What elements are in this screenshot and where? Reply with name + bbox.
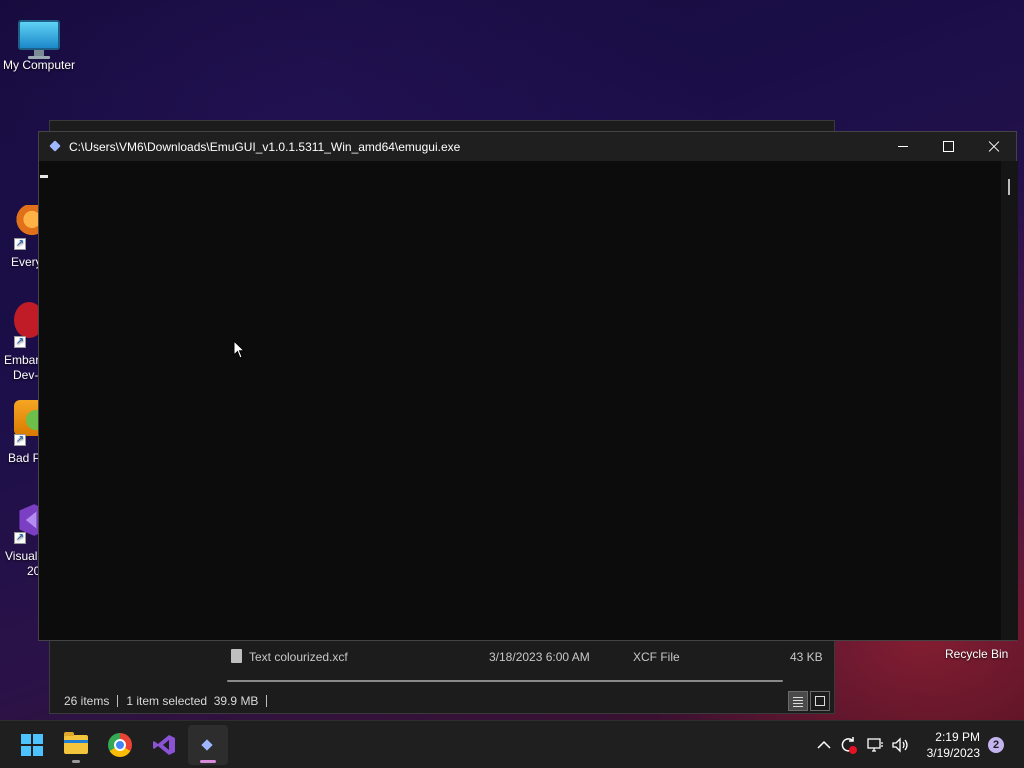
- status-selected: 1 item selected: [126, 694, 208, 708]
- desktop-icon-everything[interactable]: ↗ Every: [0, 205, 44, 270]
- shortcut-arrow-icon: ↗: [14, 238, 26, 250]
- clock-date: 3/19/2023: [926, 746, 980, 760]
- vertical-scrollbar[interactable]: [1001, 161, 1018, 640]
- network-icon[interactable]: [865, 735, 885, 755]
- mouse-pointer-icon: [233, 340, 245, 359]
- folder-icon: [64, 732, 88, 754]
- minimize-button[interactable]: [880, 132, 926, 161]
- chevron-up-icon[interactable]: [814, 735, 834, 755]
- console-window[interactable]: C:\Users\VM6\Downloads\EmuGUI_v1.0.1.531…: [38, 131, 1018, 641]
- computer-icon: [18, 20, 60, 60]
- shortcut-arrow-icon: ↗: [14, 336, 26, 348]
- start-button[interactable]: [12, 725, 52, 765]
- window-title: C:\Users\VM6\Downloads\EmuGUI_v1.0.1.531…: [69, 140, 461, 154]
- desktop-icon-embarcadero-dev[interactable]: ↗ Embar Dev-: [0, 302, 44, 382]
- notification-badge[interactable]: 2: [988, 737, 1004, 753]
- large-icons-view-button[interactable]: [810, 691, 830, 711]
- status-selected-size: 39.9 MB: [213, 694, 259, 708]
- status-bar: 26 items 1 item selected 39.9 MB: [64, 694, 275, 710]
- status-item-count: 26 items: [64, 694, 110, 708]
- system-clock[interactable]: 2:19 PM 3/19/2023: [920, 729, 980, 761]
- chrome-icon: [108, 733, 132, 757]
- taskbar-visual-studio[interactable]: [144, 725, 184, 765]
- file-type: XCF File: [633, 650, 680, 664]
- active-indicator: [200, 760, 216, 763]
- recycle-bin-label[interactable]: Recycle Bin: [945, 647, 1008, 661]
- file-size: 43 KB: [790, 650, 823, 664]
- running-indicator: [72, 760, 80, 763]
- console-title-bar[interactable]: C:\Users\VM6\Downloads\EmuGUI_v1.0.1.531…: [39, 132, 1016, 161]
- desktop-icon-my-computer[interactable]: My Computer: [0, 10, 78, 76]
- file-icon: [231, 649, 242, 663]
- volume-icon[interactable]: [890, 735, 910, 755]
- file-date: 3/18/2023 6:00 AM: [489, 650, 590, 664]
- desktop-icon-visual-studio[interactable]: ↗ Visual 20: [0, 500, 43, 580]
- close-button[interactable]: [971, 132, 1017, 161]
- maximize-button[interactable]: [925, 132, 971, 161]
- file-name: Text colourized.xcf: [249, 650, 348, 664]
- horizontal-scrollbar[interactable]: [227, 680, 783, 682]
- visual-studio-icon: [153, 735, 175, 755]
- emugui-icon: [201, 739, 213, 751]
- text-cursor: [40, 175, 48, 178]
- shortcut-arrow-icon: ↗: [14, 532, 26, 544]
- shortcut-arrow-icon: ↗: [14, 434, 26, 446]
- clock-time: 2:19 PM: [935, 730, 980, 744]
- taskbar: 2:19 PM 3/19/2023 2: [0, 720, 1024, 768]
- windows-logo-icon: [21, 734, 43, 756]
- taskbar-file-explorer[interactable]: [56, 725, 96, 765]
- emugui-icon: [49, 140, 61, 152]
- desktop-icon-label: My Computer: [2, 58, 76, 72]
- scrollbar-thumb[interactable]: [1008, 179, 1010, 195]
- sync-icon[interactable]: [838, 735, 858, 755]
- taskbar-emugui[interactable]: [188, 725, 228, 765]
- taskbar-chrome[interactable]: [100, 725, 140, 765]
- details-view-button[interactable]: [788, 691, 808, 711]
- file-row[interactable]: Text colourized.xcf 3/18/2023 6:00 AM XC…: [210, 647, 823, 667]
- desktop-icon-bad-piggies[interactable]: ↗ Bad P: [0, 400, 44, 466]
